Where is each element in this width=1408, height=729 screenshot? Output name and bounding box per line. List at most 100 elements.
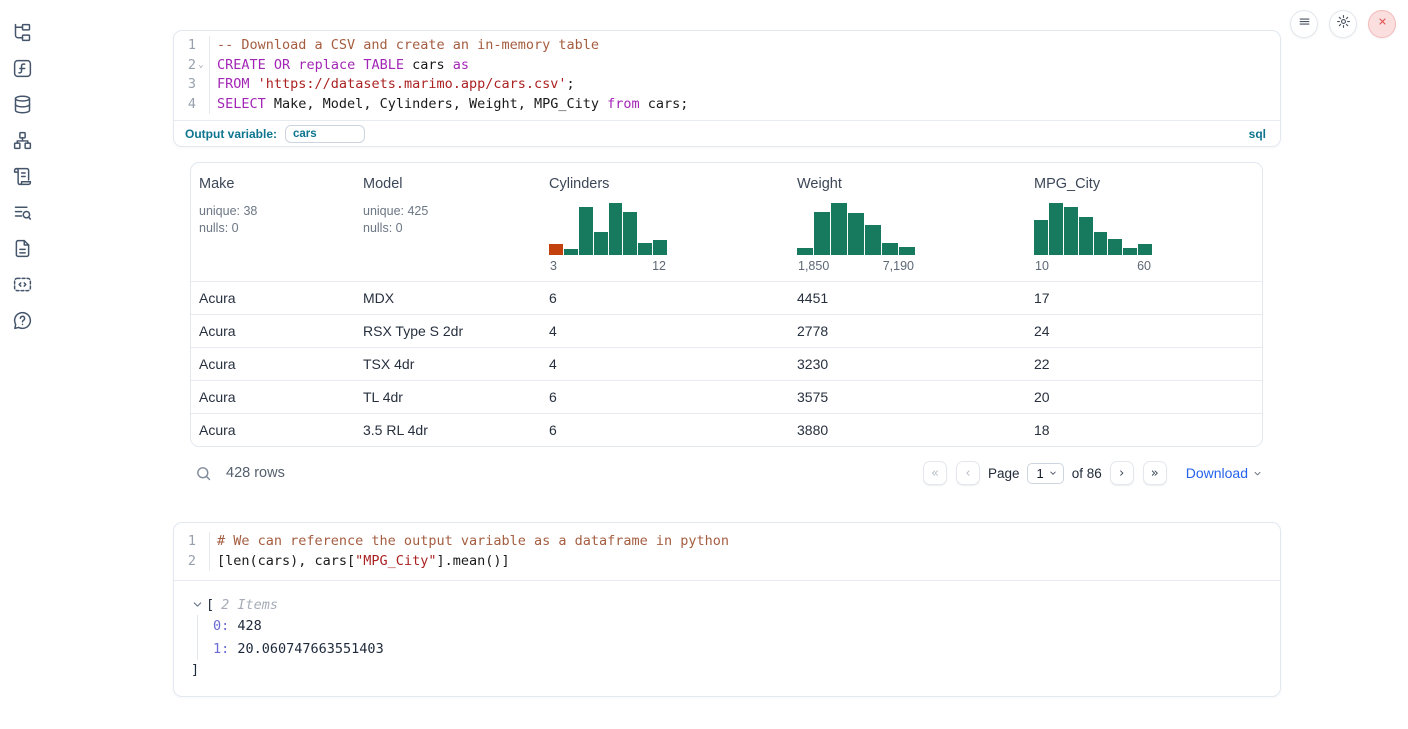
table-cell: 4: [541, 348, 789, 380]
settings-icon: [1336, 14, 1351, 34]
column-label: MPG_City: [1034, 176, 1100, 192]
column-label: Cylinders: [549, 176, 609, 192]
histogram-bar: [638, 243, 652, 255]
histogram-bar: [1108, 239, 1122, 255]
table-cell: 3575: [789, 381, 1026, 413]
histogram-bar: [797, 248, 813, 255]
chevron-down-icon: [1048, 468, 1058, 478]
histogram-bar: [814, 212, 830, 255]
table-cell: TL 4dr: [355, 381, 541, 413]
column-label: Weight: [797, 176, 842, 192]
histogram-bar: [564, 249, 578, 255]
table-cell: Acura: [191, 348, 355, 380]
histogram-bar: [1079, 217, 1093, 255]
column-header-cylinders[interactable]: Cylinders 312: [541, 163, 789, 281]
table-row[interactable]: AcuraTL 4dr6357520: [191, 380, 1262, 413]
column-header-mpg_city[interactable]: MPG_City 1060: [1026, 163, 1262, 281]
histogram-axis: 312: [549, 259, 667, 273]
table-cell: RSX Type S 2dr: [355, 315, 541, 347]
document-icon[interactable]: [12, 238, 33, 259]
table-cell: 22: [1026, 348, 1262, 380]
settings-button[interactable]: [1329, 10, 1357, 38]
table-cell: 6: [541, 414, 789, 446]
tree-collapse-icon[interactable]: [191, 598, 204, 611]
output-variable-label: Output variable:: [185, 127, 277, 141]
column-histogram: 1060: [1034, 201, 1152, 273]
code-line[interactable]: [len(cars), cars["MPG_City"].mean()]: [217, 552, 1280, 572]
table-row[interactable]: Acura3.5 RL 4dr6388018: [191, 413, 1262, 446]
page-label: Page: [988, 466, 1020, 481]
table-cell: 3880: [789, 414, 1026, 446]
table-row[interactable]: AcuraRSX Type S 2dr4277824: [191, 314, 1262, 347]
column-stats: unique: 38nulls: 0: [199, 203, 257, 236]
python-output: [ 2 Items 0: 4281: 20.060747663551403 ]: [174, 580, 1280, 696]
code-line[interactable]: FROM 'https://datasets.marimo.app/cars.c…: [217, 75, 1280, 95]
table-cell: 4: [541, 315, 789, 347]
code-line[interactable]: # We can reference the output variable a…: [217, 532, 1280, 552]
table-cell: 6: [541, 282, 789, 314]
database-icon[interactable]: [12, 94, 33, 115]
column-histogram: 1,8507,190: [797, 201, 915, 273]
histogram-bar: [1123, 248, 1137, 255]
search-list-icon[interactable]: [12, 202, 33, 223]
dataframe-table: Make unique: 38nulls: 0 Modelunique: 425nu…: [190, 162, 1263, 447]
histogram-bar: [1064, 207, 1078, 255]
prev-page-button[interactable]: ‹: [956, 461, 980, 485]
table-row[interactable]: AcuraTSX 4dr4323022: [191, 347, 1262, 380]
download-label: Download: [1186, 465, 1248, 481]
network-icon[interactable]: [12, 130, 33, 151]
page-select-value: 1: [1036, 466, 1043, 481]
tree-entry: 0: 428: [213, 615, 1262, 638]
table-cell: 6: [541, 381, 789, 413]
histogram-bar: [1034, 220, 1048, 255]
table-cell: 24: [1026, 315, 1262, 347]
page-select[interactable]: 1: [1027, 463, 1063, 484]
menu-icon: [1297, 14, 1312, 34]
histogram-bar: [1049, 203, 1063, 255]
table-cell: 17: [1026, 282, 1262, 314]
sql-editor[interactable]: 12⌄34 -- Download a CSV and create an in-…: [174, 31, 1280, 120]
help-icon[interactable]: [12, 310, 33, 331]
page-of-label: of 86: [1072, 466, 1102, 481]
file-tree-icon[interactable]: [12, 22, 33, 43]
scroll-icon[interactable]: [12, 166, 33, 187]
line-number-gutter: 12⌄34: [174, 36, 210, 114]
code-line[interactable]: SELECT Make, Model, Cylinders, Weight, M…: [217, 95, 1280, 115]
search-icon[interactable]: [195, 465, 212, 482]
table-footer: 428 rows « ‹ Page 1 of 86 › » Download: [190, 457, 1263, 489]
histogram-bar: [899, 247, 915, 255]
snippets-icon[interactable]: [12, 274, 33, 295]
first-page-button[interactable]: «: [923, 461, 947, 485]
menu-button[interactable]: [1290, 10, 1318, 38]
code-line[interactable]: CREATE OR replace TABLE cars as: [217, 56, 1280, 76]
language-badge[interactable]: sql: [1249, 127, 1266, 141]
python-editor[interactable]: 12# We can reference the output variable…: [174, 523, 1280, 580]
histogram-bar: [1094, 232, 1108, 255]
table-cell: 20: [1026, 381, 1262, 413]
function-icon[interactable]: [12, 58, 33, 79]
code-line[interactable]: -- Download a CSV and create an in-memor…: [217, 36, 1280, 56]
download-button[interactable]: Download: [1186, 465, 1263, 481]
sql-cell: 12⌄34 -- Download a CSV and create an in-…: [173, 30, 1281, 147]
output-variable-bar: Output variable: sql: [174, 120, 1280, 146]
histogram-bar: [1138, 244, 1152, 255]
column-header-model[interactable]: Modelunique: 425nulls: 0: [355, 163, 541, 281]
histogram-bar: [653, 240, 667, 255]
table-cell: MDX: [355, 282, 541, 314]
table-row[interactable]: AcuraMDX6445117: [191, 281, 1262, 314]
column-header-make[interactable]: Make unique: 38nulls: 0: [191, 163, 355, 281]
next-page-button[interactable]: ›: [1110, 461, 1134, 485]
last-page-button[interactable]: »: [1143, 461, 1167, 485]
histogram-axis: 1060: [1034, 259, 1152, 273]
histogram-axis: 1,8507,190: [797, 259, 915, 273]
histogram-bar: [865, 225, 881, 255]
notebook: 12⌄34 -- Download a CSV and create an in-…: [173, 30, 1281, 697]
column-label: Model: [363, 176, 403, 192]
tree-items-count: 2 Items: [221, 597, 278, 613]
column-header-weight[interactable]: Weight 1,8507,190: [789, 163, 1026, 281]
output-variable-input[interactable]: [285, 125, 365, 143]
table-cell: Acura: [191, 315, 355, 347]
close-button[interactable]: [1368, 10, 1396, 38]
topbar: [1290, 10, 1396, 38]
column-label: Make: [199, 176, 234, 192]
